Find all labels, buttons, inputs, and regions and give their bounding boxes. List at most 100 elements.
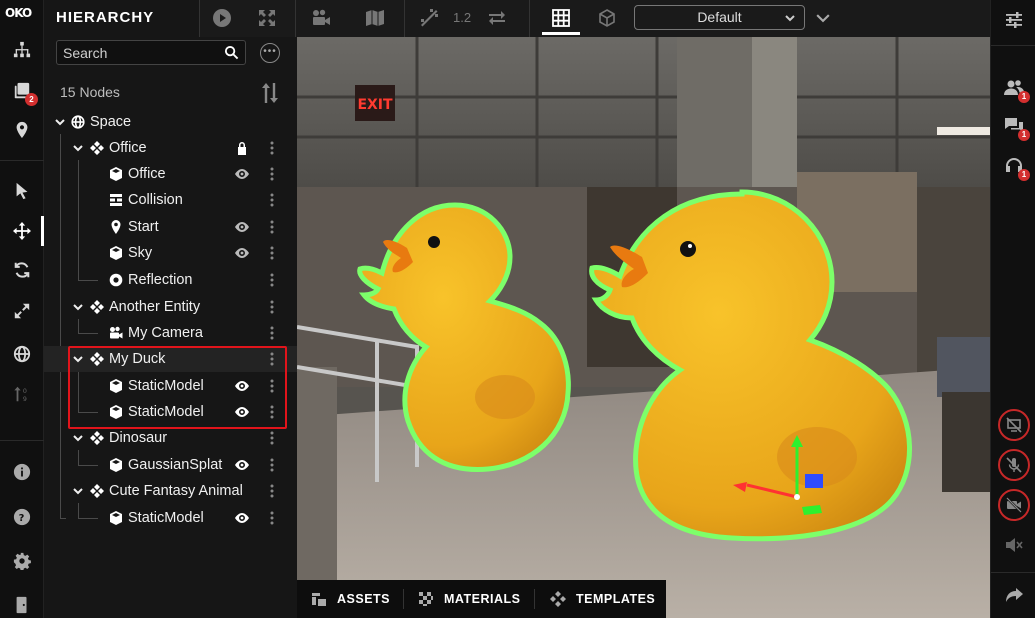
chevron-down-icon[interactable] — [54, 116, 66, 128]
video-off-icon — [1006, 497, 1022, 513]
assets-library-icon[interactable]: 2 — [8, 78, 38, 106]
tree-row-cute-fantasy-animal[interactable]: Cute Fantasy Animal — [44, 478, 297, 504]
exit-door-icon[interactable] — [8, 592, 36, 618]
cube-icon — [109, 167, 123, 181]
row-menu-icon[interactable] — [270, 484, 274, 498]
tree-row-office-model[interactable]: Office — [44, 161, 297, 187]
row-menu-icon[interactable] — [270, 431, 274, 445]
entity-icon — [90, 484, 104, 498]
tab-templates-label: TEMPLATES — [576, 592, 656, 606]
row-menu-icon[interactable] — [270, 246, 274, 260]
globe-icon — [71, 115, 85, 129]
scale-tool-icon[interactable] — [8, 298, 36, 324]
svg-text:?: ? — [19, 513, 25, 524]
world-space-icon[interactable] — [8, 341, 36, 367]
eye-icon[interactable] — [234, 220, 250, 234]
tree-row-gaussiansplat[interactable]: GaussianSplat — [44, 452, 297, 478]
node-label: Collision — [128, 192, 183, 208]
search-icon[interactable] — [224, 45, 239, 60]
screen-share-off-button[interactable] — [998, 409, 1030, 441]
microphone-off-button[interactable] — [998, 449, 1030, 481]
tree-row-another-entity[interactable]: Another Entity — [44, 294, 297, 320]
share-arrow-icon[interactable] — [1002, 583, 1026, 607]
eye-icon[interactable] — [234, 167, 250, 181]
snap-grid-icon[interactable] — [417, 6, 441, 30]
eye-icon[interactable] — [234, 511, 250, 525]
tab-templates[interactable]: TEMPLATES — [550, 580, 655, 618]
camera-preset-value: Default — [697, 9, 742, 25]
cube-icon — [109, 458, 123, 472]
tree-row-start[interactable]: Start — [44, 214, 297, 240]
snap-sort-icon[interactable]: 09 — [8, 381, 36, 407]
row-menu-icon[interactable] — [270, 193, 274, 207]
tree-row-space[interactable]: Space — [44, 109, 297, 135]
chevron-down-icon — [785, 15, 795, 22]
search-box — [56, 40, 246, 65]
node-label: Dinosaur — [109, 430, 168, 446]
row-menu-icon[interactable] — [270, 141, 274, 155]
swap-arrows-icon[interactable] — [485, 6, 509, 30]
camera-off-button[interactable] — [998, 489, 1030, 521]
users-icon[interactable]: 1 — [1002, 76, 1030, 103]
speaker-muted-icon[interactable] — [1002, 533, 1026, 557]
svg-text:0: 0 — [23, 388, 27, 395]
cube-view-icon[interactable] — [595, 6, 619, 30]
help-icon[interactable]: ? — [8, 504, 36, 530]
node-count: 15 Nodes — [60, 84, 120, 100]
rotate-tool-icon[interactable] — [8, 257, 36, 283]
collision-icon — [109, 193, 123, 207]
search-input[interactable] — [63, 44, 213, 62]
sort-icon[interactable] — [260, 82, 280, 104]
sliders-settings-icon[interactable] — [1002, 8, 1026, 32]
chevron-down-icon[interactable] — [72, 485, 84, 497]
assets-icon — [312, 593, 326, 606]
scene-viewport[interactable]: EXIT — [297, 37, 990, 618]
snap-value[interactable]: 1.2 — [453, 10, 471, 25]
tree-row-collision[interactable]: Collision — [44, 187, 297, 213]
row-menu-icon[interactable] — [270, 220, 274, 234]
info-icon[interactable] — [8, 459, 36, 485]
tab-materials[interactable]: MATERIALS — [418, 580, 521, 618]
tab-assets-label: ASSETS — [337, 592, 391, 606]
chevron-down-icon[interactable] — [72, 301, 84, 313]
row-menu-icon[interactable] — [270, 300, 274, 314]
hierarchy-tool-icon[interactable] — [8, 37, 36, 63]
node-label: StaticModel — [128, 510, 204, 526]
bottom-tab-bar: ASSETS MATERIALS TEMPLATES — [297, 580, 666, 618]
chat-icon[interactable]: 1 — [1002, 114, 1030, 141]
tree-row-my-camera[interactable]: My Camera — [44, 320, 297, 346]
chevron-down-icon[interactable] — [72, 432, 84, 444]
headphones-icon[interactable]: 1 — [1002, 154, 1030, 181]
tree-row-office-entity[interactable]: Office — [44, 135, 297, 161]
camera-icon — [109, 326, 123, 340]
settings-gear-icon[interactable] — [8, 548, 36, 574]
eye-icon[interactable] — [234, 246, 250, 260]
grid-icon[interactable] — [549, 6, 573, 30]
tree-row-staticmodel-3[interactable]: StaticModel — [44, 505, 297, 531]
collapse-toolbar-icon[interactable] — [816, 11, 830, 25]
more-options-button[interactable]: ••• — [260, 43, 280, 63]
select-cursor-icon[interactable] — [8, 178, 36, 204]
row-menu-icon[interactable] — [270, 273, 274, 287]
location-pin-icon[interactable] — [8, 117, 36, 143]
cube-icon — [109, 246, 123, 260]
row-menu-icon[interactable] — [270, 458, 274, 472]
tree-row-reflection[interactable]: Reflection — [44, 267, 297, 293]
node-label: Reflection — [128, 272, 193, 288]
camera-view-icon[interactable] — [309, 6, 333, 30]
move-tool-icon[interactable] — [8, 218, 36, 244]
lock-icon[interactable] — [236, 141, 248, 155]
tab-assets[interactable]: ASSETS — [311, 580, 390, 618]
chevron-down-icon[interactable] — [72, 142, 84, 154]
fullscreen-icon[interactable] — [255, 6, 279, 30]
map-view-icon[interactable] — [363, 6, 387, 30]
row-menu-icon[interactable] — [270, 326, 274, 340]
play-icon[interactable] — [210, 6, 234, 30]
row-menu-icon[interactable] — [270, 167, 274, 181]
row-menu-icon[interactable] — [270, 511, 274, 525]
tree-row-dinosaur[interactable]: Dinosaur — [44, 425, 297, 451]
camera-preset-select[interactable]: Default — [634, 5, 805, 30]
eye-icon[interactable] — [234, 458, 250, 472]
tree-row-sky[interactable]: Sky — [44, 240, 297, 266]
screen-off-icon — [1006, 417, 1022, 433]
